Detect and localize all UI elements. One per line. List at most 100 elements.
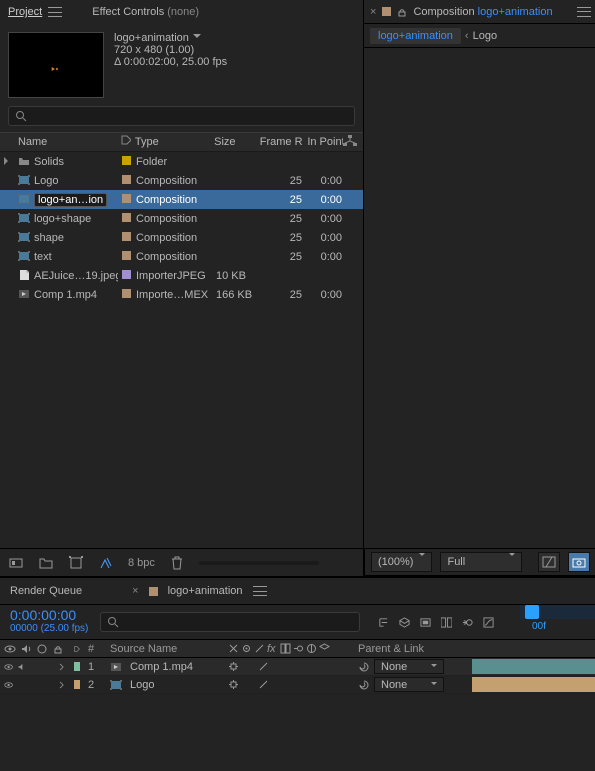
timeline-search-input[interactable]: [100, 612, 360, 632]
label-swatch[interactable]: [122, 156, 131, 165]
lock-column-icon[interactable]: [52, 643, 64, 655]
tag-icon: [121, 135, 131, 146]
label-swatch[interactable]: [122, 213, 131, 222]
frame-blend-icon[interactable]: [441, 617, 452, 628]
draft-3d-icon[interactable]: [399, 617, 410, 628]
index-column[interactable]: #: [84, 640, 106, 657]
breadcrumb-item[interactable]: Logo: [473, 30, 497, 42]
effect-controls-tab[interactable]: Effect Controls (none): [92, 6, 199, 18]
layer-label-swatch[interactable]: [74, 680, 80, 689]
col-type[interactable]: Type: [131, 136, 210, 148]
close-icon[interactable]: ×: [370, 6, 376, 18]
project-item-row[interactable]: logo+an…ionComposition250:00: [0, 190, 363, 209]
snapshot-button[interactable]: [568, 552, 590, 572]
panel-menu-icon[interactable]: [253, 584, 267, 598]
project-tab[interactable]: Project: [8, 6, 42, 18]
layer-bar-track[interactable]: [472, 658, 595, 676]
project-item-row[interactable]: textComposition250:00: [0, 247, 363, 266]
project-table-body[interactable]: SolidsFolderLogoComposition250:00logo+an…: [0, 152, 363, 548]
col-in-point[interactable]: In Point: [303, 136, 343, 148]
zoom-slider[interactable]: [199, 561, 319, 565]
color-depth-button[interactable]: 8 bpc: [128, 557, 155, 569]
project-item-row[interactable]: SolidsFolder: [0, 152, 363, 171]
render-queue-tab[interactable]: Render Queue: [10, 585, 82, 597]
label-swatch[interactable]: [122, 289, 131, 298]
label-swatch[interactable]: [122, 251, 131, 260]
lock-icon[interactable]: [397, 7, 407, 17]
label-swatch[interactable]: [122, 270, 131, 279]
chevron-right-icon[interactable]: [57, 661, 66, 673]
composition-thumbnail[interactable]: [8, 32, 104, 98]
panel-menu-icon[interactable]: [577, 5, 591, 19]
new-folder-button[interactable]: [38, 555, 54, 571]
layer-bar[interactable]: [472, 677, 595, 692]
motion-blur-icon[interactable]: [462, 617, 473, 628]
layer-bar-track[interactable]: [472, 676, 595, 694]
interpret-footage-button[interactable]: [8, 555, 24, 571]
delete-button[interactable]: [169, 555, 185, 571]
timeline-ruler[interactable]: 00f: [520, 605, 595, 639]
project-table-header: Name Type Size Frame Ra… In Point: [0, 132, 363, 152]
label-column-icon[interactable]: [74, 644, 80, 654]
col-frame-rate[interactable]: Frame Ra…: [256, 136, 304, 148]
expand-arrow-icon[interactable]: [4, 157, 12, 165]
label-swatch[interactable]: [122, 232, 131, 241]
eye-icon[interactable]: [4, 679, 13, 691]
source-name-column[interactable]: Source Name: [106, 640, 224, 657]
new-comp-button[interactable]: [68, 555, 84, 571]
project-search-input[interactable]: [8, 106, 355, 126]
label-swatch[interactable]: [122, 175, 131, 184]
video-column-icon[interactable]: [4, 643, 16, 655]
close-icon[interactable]: ×: [132, 585, 138, 597]
project-item-row[interactable]: shapeComposition250:00: [0, 228, 363, 247]
layer-bar[interactable]: [472, 659, 595, 674]
quality-icon[interactable]: [258, 679, 269, 690]
parent-column[interactable]: Parent & Link: [354, 640, 486, 657]
playhead[interactable]: [525, 605, 539, 619]
breadcrumb-current[interactable]: logo+animation: [370, 28, 461, 44]
project-item-row[interactable]: Comp 1.mp4Importe…MEX166 KB250:00: [0, 285, 363, 304]
project-item-row[interactable]: AEJuice…19.jpegImporterJPEG10 KB: [0, 266, 363, 285]
audio-column-icon[interactable]: [20, 643, 32, 655]
timeline-layer-row[interactable]: 1Comp 1.mp4None: [0, 658, 595, 676]
chevron-right-icon[interactable]: [57, 679, 66, 691]
reset-icon[interactable]: [228, 661, 239, 672]
timeline-active-tab[interactable]: logo+animation: [168, 585, 243, 597]
composition-viewer[interactable]: [364, 48, 595, 548]
project-item-row[interactable]: logo+shapeComposition250:00: [0, 209, 363, 228]
video-icon: [110, 661, 122, 673]
eye-icon[interactable]: [4, 661, 13, 673]
chevron-left-icon[interactable]: ‹: [465, 30, 469, 42]
speaker-icon[interactable]: [17, 661, 26, 673]
adjustment-button[interactable]: [98, 555, 114, 571]
current-timecode[interactable]: 0:00:00:00: [10, 607, 90, 623]
pickwhip-icon[interactable]: [358, 661, 370, 673]
zoom-dropdown[interactable]: (100%): [371, 552, 432, 572]
layer-label-swatch[interactable]: [74, 662, 80, 671]
selected-item-name[interactable]: logo+animation: [114, 32, 201, 44]
motion-blur-switch-icon: [293, 643, 304, 654]
reset-icon[interactable]: [228, 679, 239, 690]
col-size[interactable]: Size: [210, 136, 256, 148]
panel-menu-icon[interactable]: [48, 5, 62, 19]
quality-icon[interactable]: [258, 661, 269, 672]
toggle-transparency-button[interactable]: [538, 552, 560, 572]
parent-dropdown[interactable]: None: [374, 659, 444, 674]
project-item-row[interactable]: LogoComposition250:00: [0, 171, 363, 190]
comp-mini-flowchart-icon[interactable]: [378, 617, 389, 628]
resolution-dropdown[interactable]: Full: [440, 552, 522, 572]
timeline-layers[interactable]: 1Comp 1.mp4None2LogoNone: [0, 658, 595, 771]
col-label[interactable]: [117, 135, 131, 149]
composition-panel-title[interactable]: Composition logo+animation: [413, 6, 552, 18]
parent-dropdown[interactable]: None: [374, 677, 444, 692]
solo-column-icon[interactable]: [36, 643, 48, 655]
shy-icon[interactable]: [420, 617, 431, 628]
comp-icon: [18, 193, 30, 205]
svg-text:fx: fx: [267, 643, 276, 654]
timeline-layer-row[interactable]: 2LogoNone: [0, 676, 595, 694]
graph-editor-icon[interactable]: [483, 617, 494, 628]
pickwhip-icon[interactable]: [358, 679, 370, 691]
flowchart-icon[interactable]: [343, 135, 357, 147]
col-name[interactable]: Name: [14, 136, 117, 148]
label-swatch[interactable]: [122, 194, 131, 203]
